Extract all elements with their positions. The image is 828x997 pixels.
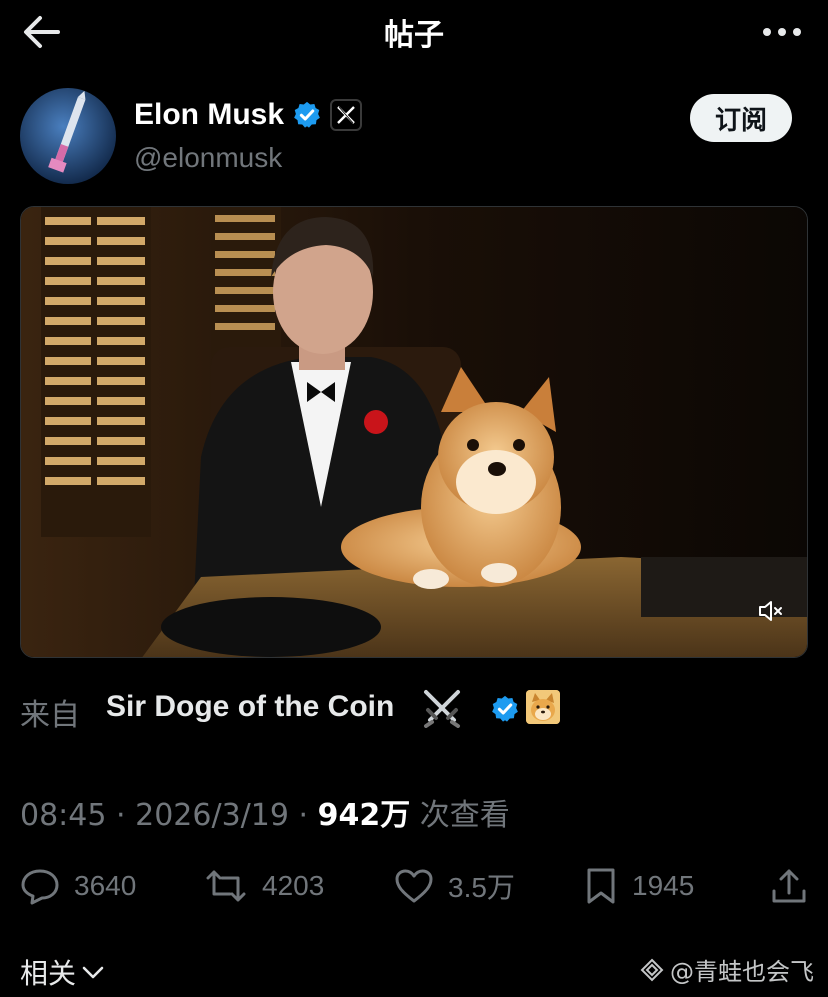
reply-count: 3640	[74, 870, 137, 901]
like-button[interactable]: 3.5万	[394, 862, 515, 910]
related-toggle[interactable]: 相关	[20, 952, 106, 992]
crossed-swords-icon	[420, 688, 464, 728]
post-time: 08:45	[20, 798, 107, 833]
more-horizontal-icon	[763, 28, 801, 36]
heart-icon	[395, 869, 433, 903]
repost-icon	[206, 870, 246, 902]
watermark-text: @青蛙也会飞	[670, 958, 814, 986]
bookmark-button[interactable]: 1945	[584, 862, 694, 910]
verified-badge-icon	[490, 694, 520, 729]
verified-badge-icon	[294, 101, 320, 128]
chevron-down-icon	[82, 966, 104, 979]
view-count: 942万	[317, 798, 411, 833]
watermark-logo-icon	[640, 958, 664, 981]
subscribe-button[interactable]: 订阅	[690, 94, 792, 142]
share-button[interactable]	[770, 862, 808, 910]
mute-button[interactable]	[753, 593, 789, 629]
view-label: 次查看	[419, 798, 510, 833]
reply-icon	[21, 869, 59, 905]
repost-button[interactable]: 4203	[204, 862, 324, 910]
repost-count: 4203	[262, 870, 325, 901]
share-icon	[772, 869, 806, 903]
meta-separator: ·	[298, 798, 309, 833]
x-logo-icon	[330, 99, 363, 131]
volume-muted-icon	[759, 601, 782, 621]
author-name[interactable]: Elon Musk	[134, 98, 284, 132]
like-count: 3.5万	[448, 872, 515, 903]
bookmark-icon	[587, 868, 615, 904]
post-meta: 08:45 · 2026/3/19 · 942万 次查看	[20, 790, 510, 834]
more-button[interactable]	[758, 12, 806, 52]
watermark: @青蛙也会飞	[640, 952, 814, 987]
author-name-row: Elon Musk	[134, 98, 363, 132]
meta-separator: ·	[116, 798, 126, 833]
video-player[interactable]	[20, 206, 808, 658]
source-name-link[interactable]: Sir Doge of the Coin	[106, 690, 394, 724]
source-label: 来自	[20, 698, 80, 733]
avatar[interactable]	[20, 88, 116, 184]
page-title: 帖子	[384, 18, 444, 53]
bookmark-count: 1945	[632, 870, 695, 901]
related-label: 相关	[20, 957, 77, 990]
post-date: 2026/3/19	[135, 798, 289, 833]
author-handle: @elonmusk	[134, 142, 283, 173]
doge-emoji-icon	[526, 690, 560, 724]
reply-button[interactable]: 3640	[20, 862, 136, 910]
